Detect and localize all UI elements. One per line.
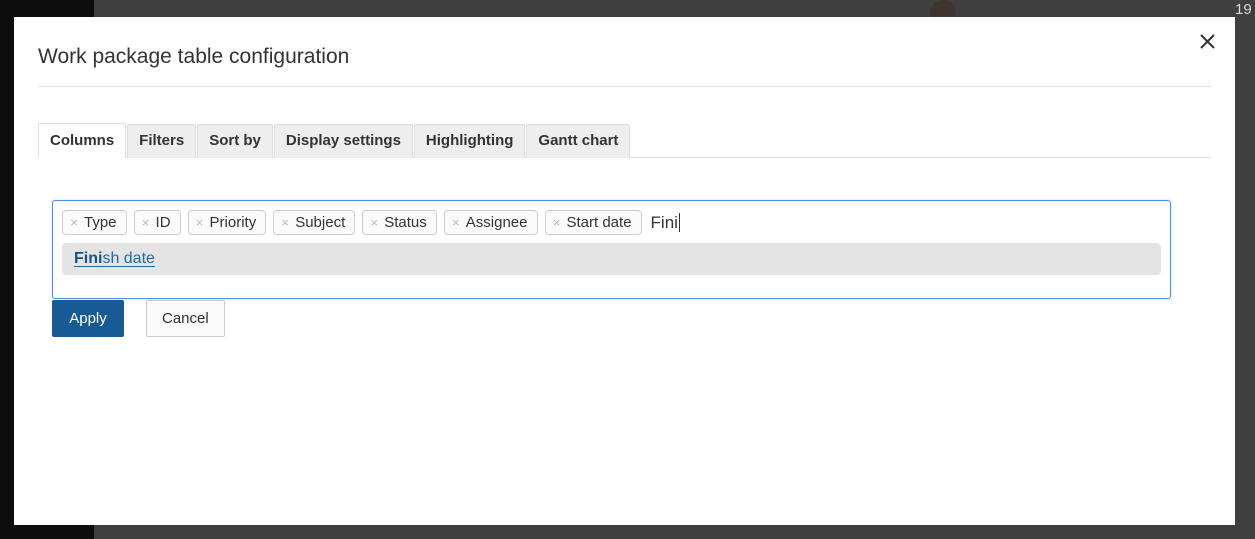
text-caret: [679, 213, 680, 232]
columns-search-value: Fini: [651, 213, 678, 233]
chip-remove-icon[interactable]: ×: [135, 211, 155, 234]
backdrop-right-strip: [1235, 0, 1255, 539]
modal-action-bar: Apply Cancel: [52, 300, 225, 337]
tab-highlighting[interactable]: Highlighting: [414, 124, 525, 158]
work-package-table-configuration-modal: Work package table configuration Columns…: [14, 17, 1235, 525]
dropdown-option-match: Fini: [74, 250, 102, 267]
tab-bar: ColumnsFiltersSort byDisplay settingsHig…: [38, 123, 1211, 158]
chip-label: Priority: [209, 215, 257, 231]
chip-remove-icon[interactable]: ×: [274, 211, 294, 234]
dropdown-option[interactable]: Finish date: [62, 243, 1161, 275]
tab-gantt-chart[interactable]: Gantt chart: [526, 124, 630, 158]
apply-button[interactable]: Apply: [52, 300, 124, 337]
column-chip[interactable]: ×Assignee: [444, 210, 538, 235]
chip-remove-icon[interactable]: ×: [189, 211, 209, 234]
columns-select-field[interactable]: ×Type×ID×Priority×Subject×Status×Assigne…: [52, 200, 1171, 299]
column-chip[interactable]: ×Type: [62, 210, 127, 235]
column-chip[interactable]: ×Priority: [188, 210, 267, 235]
chip-label: Status: [383, 215, 427, 231]
dropdown-option-label: Finish date: [74, 249, 155, 269]
notification-counter: 19: [1235, 1, 1255, 19]
chip-label: ID: [155, 215, 171, 231]
cancel-button[interactable]: Cancel: [146, 300, 225, 337]
backdrop-bottom-strip: [94, 525, 1255, 539]
close-icon[interactable]: [1192, 26, 1222, 56]
chip-label: Subject: [294, 215, 345, 231]
column-chip[interactable]: ×ID: [134, 210, 181, 235]
selected-columns-chips: ×Type×ID×Priority×Subject×Status×Assigne…: [53, 201, 1170, 235]
title-divider: [38, 86, 1211, 87]
column-chip[interactable]: ×Status: [362, 210, 437, 235]
chip-remove-icon[interactable]: ×: [546, 211, 566, 234]
tab-filters[interactable]: Filters: [127, 124, 196, 158]
chip-label: Type: [83, 215, 117, 231]
chip-remove-icon[interactable]: ×: [363, 211, 383, 234]
chip-remove-icon[interactable]: ×: [445, 211, 465, 234]
chip-label: Start date: [566, 215, 632, 231]
chip-remove-icon[interactable]: ×: [63, 211, 83, 234]
column-chip[interactable]: ×Subject: [273, 210, 355, 235]
chip-label: Assignee: [465, 215, 528, 231]
tab-columns[interactable]: Columns: [38, 123, 126, 158]
columns-search-input[interactable]: Fini: [649, 210, 680, 235]
page-title: Work package table configuration: [38, 43, 349, 71]
dropdown-option-rest: sh date: [102, 250, 154, 267]
tab-display-settings[interactable]: Display settings: [274, 124, 413, 158]
column-chip[interactable]: ×Start date: [545, 210, 642, 235]
columns-suggestion-dropdown: Finish date: [53, 235, 1170, 286]
tab-sort-by[interactable]: Sort by: [197, 124, 273, 158]
